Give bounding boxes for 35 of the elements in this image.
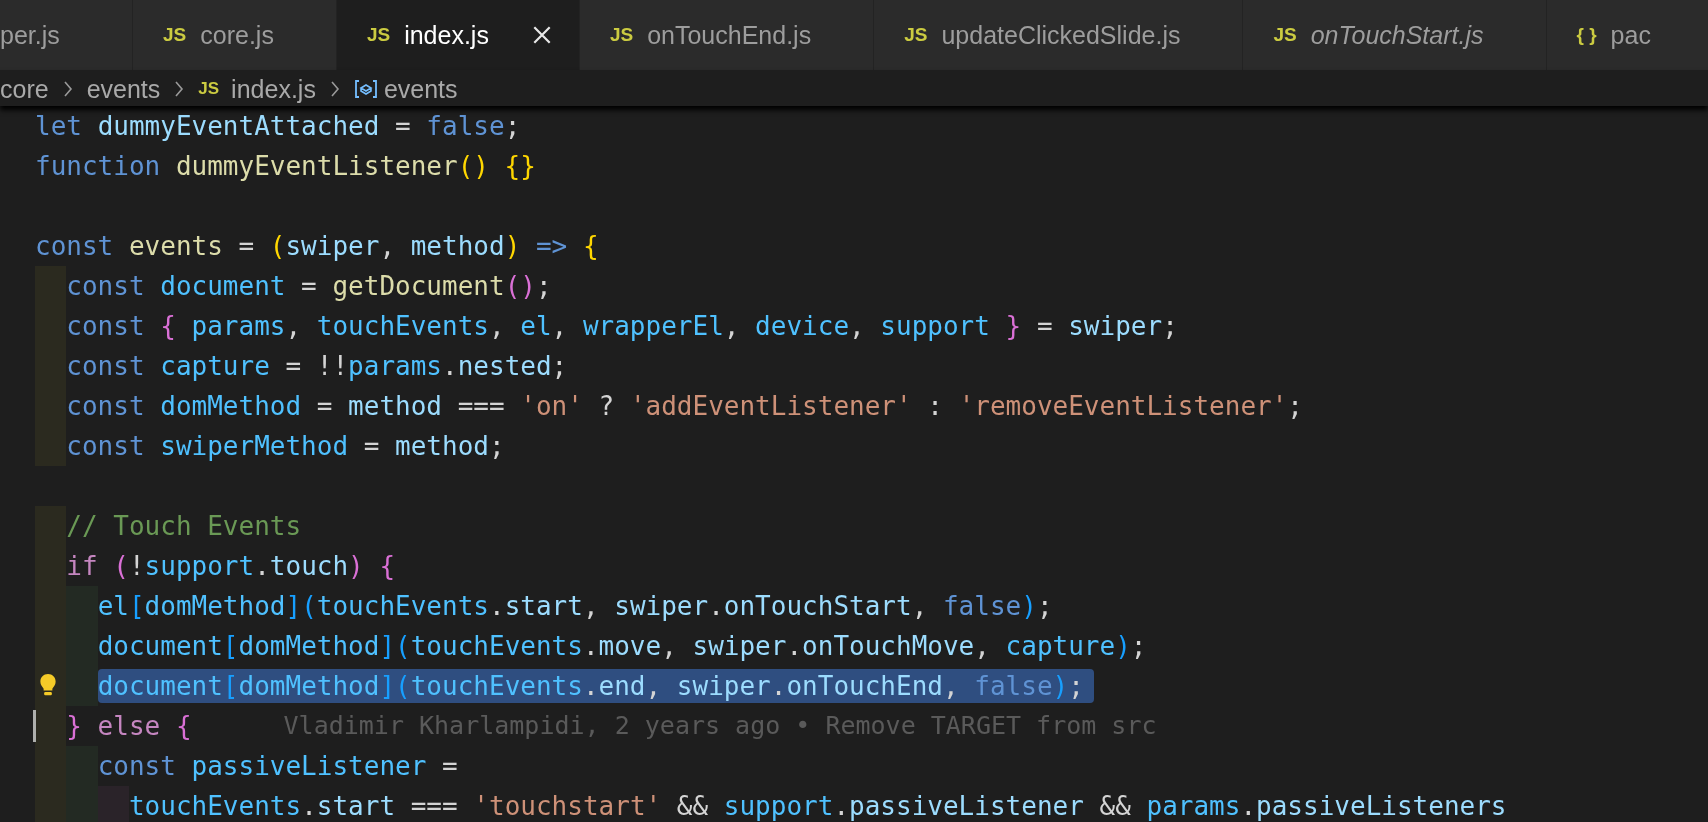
file-type-icon: JS bbox=[163, 24, 187, 46]
breadcrumb-item[interactable]: core bbox=[0, 74, 49, 104]
file-type-icon: JS bbox=[1273, 24, 1297, 46]
code-line: if (!support.touch) { bbox=[66, 550, 396, 583]
code-line: touchEvents.start === 'touchstart' && support.passiveListener && params.passiveListeners bbox=[128, 790, 1507, 822]
breadcrumb-item[interactable]: events bbox=[383, 74, 458, 104]
breadcrumb-item[interactable]: index.js bbox=[231, 74, 316, 104]
code-line: const capture = !!params.nested; bbox=[66, 350, 568, 383]
indent-guide bbox=[66, 666, 98, 706]
symbol-icon bbox=[353, 79, 378, 99]
code-line: const events = (swiper, method) => { bbox=[35, 230, 599, 263]
code-line: function dummyEventListener() {} bbox=[35, 150, 536, 183]
code-line: } else { bbox=[66, 710, 192, 743]
editor-tab[interactable]: per.js bbox=[0, 0, 133, 70]
file-type-icon: JS bbox=[609, 24, 634, 46]
code-line: const domMethod = method === 'on' ? 'addEventListener' : 'removeEventListener'; bbox=[66, 390, 1303, 423]
chevron-icon bbox=[329, 81, 340, 97]
code-line: const { params, touchEvents, el, wrapperEl, device, support } = swiper; bbox=[66, 310, 1178, 343]
code-line: el[domMethod](touchEvents.start, swiper.onTouchStart, false); bbox=[97, 590, 1053, 623]
code-line: // Touch Events bbox=[66, 510, 302, 543]
code-line: const swiperMethod = method; bbox=[66, 430, 505, 463]
file-type-icon: JS bbox=[904, 24, 928, 46]
breadcrumb-item[interactable]: events bbox=[86, 74, 161, 104]
editor-tab[interactable]: JS index.js bbox=[336, 0, 580, 70]
chevron-icon bbox=[62, 81, 73, 97]
code-line: document[domMethod](touchEvents.move, swiper.onTouchMove, capture); bbox=[97, 630, 1147, 663]
chevron-icon bbox=[174, 81, 185, 97]
file-type-icon: { } bbox=[1576, 24, 1597, 46]
lightbulb-icon[interactable] bbox=[39, 673, 57, 697]
code-line: let dummyEventAttached = false; bbox=[35, 110, 521, 143]
code-line: const passiveListener = bbox=[97, 750, 458, 783]
code-line: const document = getDocument(); bbox=[66, 270, 552, 303]
file-type-icon: JS bbox=[198, 79, 220, 99]
blame-annotation: Vladimir Kharlampidi, 2 years ago • Remove TARGET from src bbox=[283, 710, 1157, 742]
file-type-icon: JS bbox=[366, 24, 391, 46]
